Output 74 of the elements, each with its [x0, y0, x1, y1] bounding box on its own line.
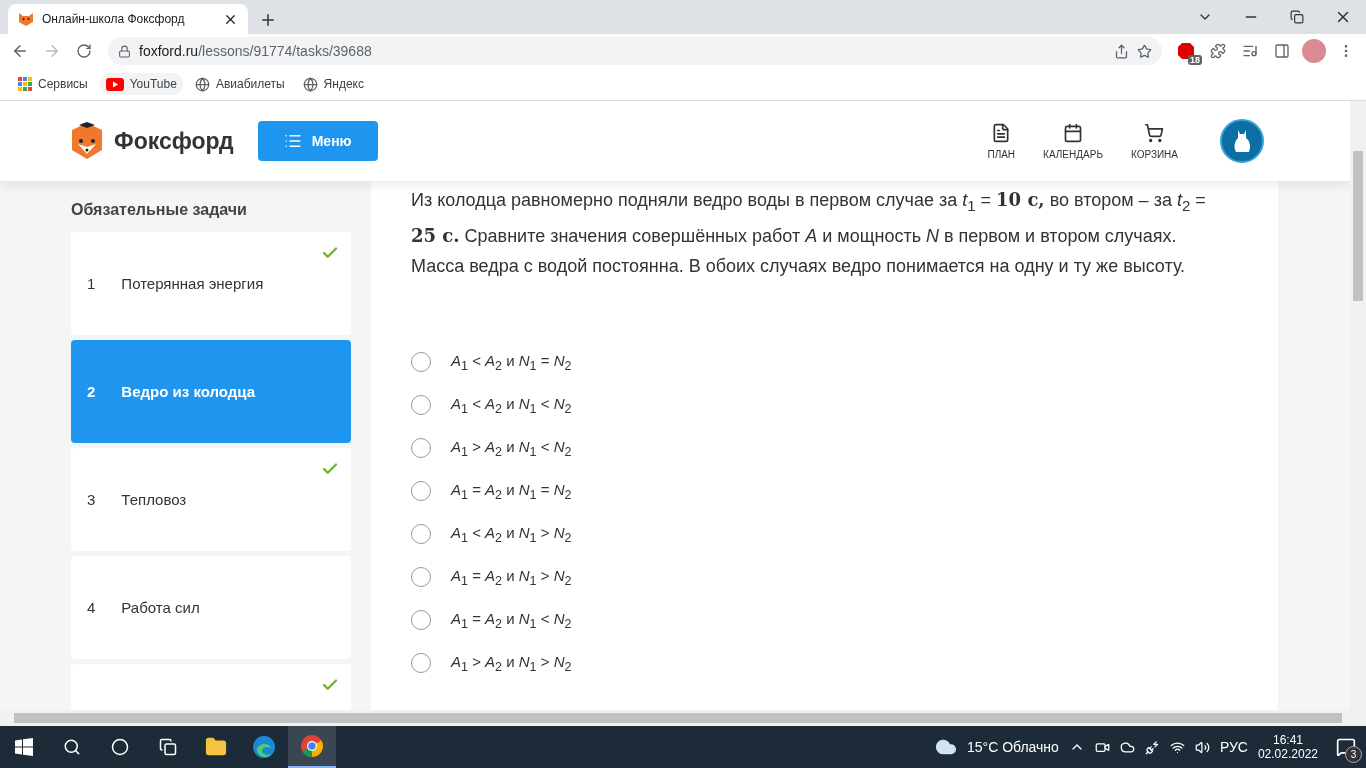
- calendar-icon: [1063, 122, 1083, 143]
- search-icon[interactable]: [63, 738, 81, 756]
- restore-icon[interactable]: [1290, 10, 1304, 24]
- tab-title: Онлайн-школа Фоксфорд: [42, 12, 186, 26]
- notification-count: 3: [1345, 746, 1362, 763]
- nav-link[interactable]: КАЛЕНДАРЬ: [1043, 122, 1103, 160]
- task-number: 4: [87, 599, 96, 616]
- bookmark[interactable]: Сервисы: [12, 73, 94, 95]
- task-title: Ведро из колодца: [121, 383, 256, 400]
- address-bar[interactable]: foxford.ru/lessons/91774/tasks/39688: [108, 37, 1162, 65]
- share-icon[interactable]: [1114, 43, 1129, 59]
- wave-browser-icon[interactable]: [252, 735, 276, 759]
- play-logo-icon: [105, 77, 124, 91]
- answer-option: A$_{1}$ < A$_{2}$ и N$_{1}$ > N$_{2}$: [451, 523, 572, 545]
- bookmark[interactable]: Яндекс: [296, 72, 370, 96]
- task-title: Потерянная энергия: [121, 275, 264, 292]
- task-title: Работа сил: [121, 599, 200, 616]
- battery-icon[interactable]: [1144, 739, 1160, 755]
- weather-text[interactable]: 15°C Облачно: [966, 739, 1059, 755]
- profile-avatar[interactable]: [1302, 39, 1326, 63]
- cloud-icon[interactable]: [1119, 739, 1135, 755]
- user-avatar[interactable]: [1220, 119, 1264, 163]
- horizontal-scrollbar[interactable]: [0, 710, 1366, 726]
- answer-option: A$_{1}$ < A$_{2}$ и N$_{1}$ < N$_{2}$: [451, 394, 572, 416]
- vertical-scrollbar[interactable]: [1350, 101, 1366, 710]
- task-number: 2: [87, 383, 96, 400]
- circle-icon[interactable]: [111, 738, 129, 756]
- task-title: Тепловоз: [121, 491, 187, 508]
- bookmark[interactable]: YouTube: [99, 73, 183, 95]
- task-card[interactable]: 4 Работа сил: [71, 556, 351, 659]
- task-view-icon[interactable]: [159, 738, 177, 756]
- fox-logo-icon: [70, 122, 104, 160]
- globe-icon: [302, 76, 318, 92]
- url-text: foxford.ru/lessons/91774/tasks/39688: [139, 43, 372, 59]
- notifications-icon[interactable]: [1336, 737, 1356, 757]
- wifi-icon[interactable]: [1169, 739, 1185, 755]
- browser-tab[interactable]: Онлайн-школа Фоксфорд: [8, 4, 248, 34]
- chrome-icon[interactable]: [300, 734, 324, 758]
- answer-option: A$_{1}$ = A$_{2}$ и N$_{1}$ = N$_{2}$: [451, 480, 572, 502]
- language-indicator[interactable]: РУС: [1219, 739, 1248, 755]
- reload-icon[interactable]: [76, 43, 92, 59]
- globe-icon: [194, 76, 210, 92]
- answer-option: A$_{1}$ < A$_{2}$ и N$_{1}$ = N$_{2}$: [451, 351, 572, 373]
- list-icon: [991, 122, 1012, 143]
- fox-icon: [18, 11, 34, 27]
- lock-icon: [118, 44, 131, 58]
- nav-link[interactable]: ПЛАН: [987, 122, 1016, 160]
- answer-option: A$_{1}$ > A$_{2}$ и N$_{1}$ > N$_{2}$: [451, 652, 572, 674]
- bookmark[interactable]: Авиабилеты: [188, 72, 291, 96]
- menu-icon: [283, 132, 302, 150]
- star-icon[interactable]: [1137, 43, 1152, 59]
- clock[interactable]: 16:41 02.02.2022: [1257, 733, 1318, 761]
- folder-icon[interactable]: [205, 736, 227, 758]
- cart-icon: [1144, 122, 1165, 143]
- task-number: 3: [87, 491, 96, 508]
- task-card[interactable]: 3 Тепловоз: [71, 448, 351, 551]
- media-icon[interactable]: [1242, 43, 1258, 59]
- answer-option: A$_{1}$ = A$_{2}$ и N$_{1}$ > N$_{2}$: [451, 566, 572, 588]
- section-title: Обязательные задачи: [71, 201, 248, 219]
- extension-badge: 18: [1188, 55, 1202, 65]
- answer-option: A$_{1}$ = A$_{2}$ и N$_{1}$ < N$_{2}$: [451, 609, 572, 631]
- question-text: Из колодца равномерно подняли ведро воды в первом случае за t$_{1}$ = 10 с, во втором – за t$_{2}$ = 25 с. Сравните значения совершённых работ A и мощность N в первом и втором случаях. Масса ведра с водой постоянна. В обоих случаях ведро понимается на одну и ту же высоту.: [411, 188, 1207, 278]
- nav-link[interactable]: КОРЗИНА: [1130, 122, 1178, 160]
- back-icon[interactable]: [11, 42, 29, 60]
- puzzle-icon[interactable]: [1210, 43, 1226, 59]
- apps-grid-icon: [18, 77, 32, 91]
- logo-text: Фоксфорд: [114, 127, 234, 155]
- side-panel-icon[interactable]: [1274, 43, 1290, 59]
- answer-option: A$_{1}$ > A$_{2}$ и N$_{1}$ < N$_{2}$: [451, 437, 572, 459]
- task-number: 1: [87, 275, 96, 292]
- windows-logo-icon[interactable]: [15, 738, 33, 756]
- task-card[interactable]: 1 Потерянная энергия: [71, 232, 351, 335]
- new-tab-icon[interactable]: [259, 11, 277, 29]
- volume-icon[interactable]: [1194, 739, 1210, 755]
